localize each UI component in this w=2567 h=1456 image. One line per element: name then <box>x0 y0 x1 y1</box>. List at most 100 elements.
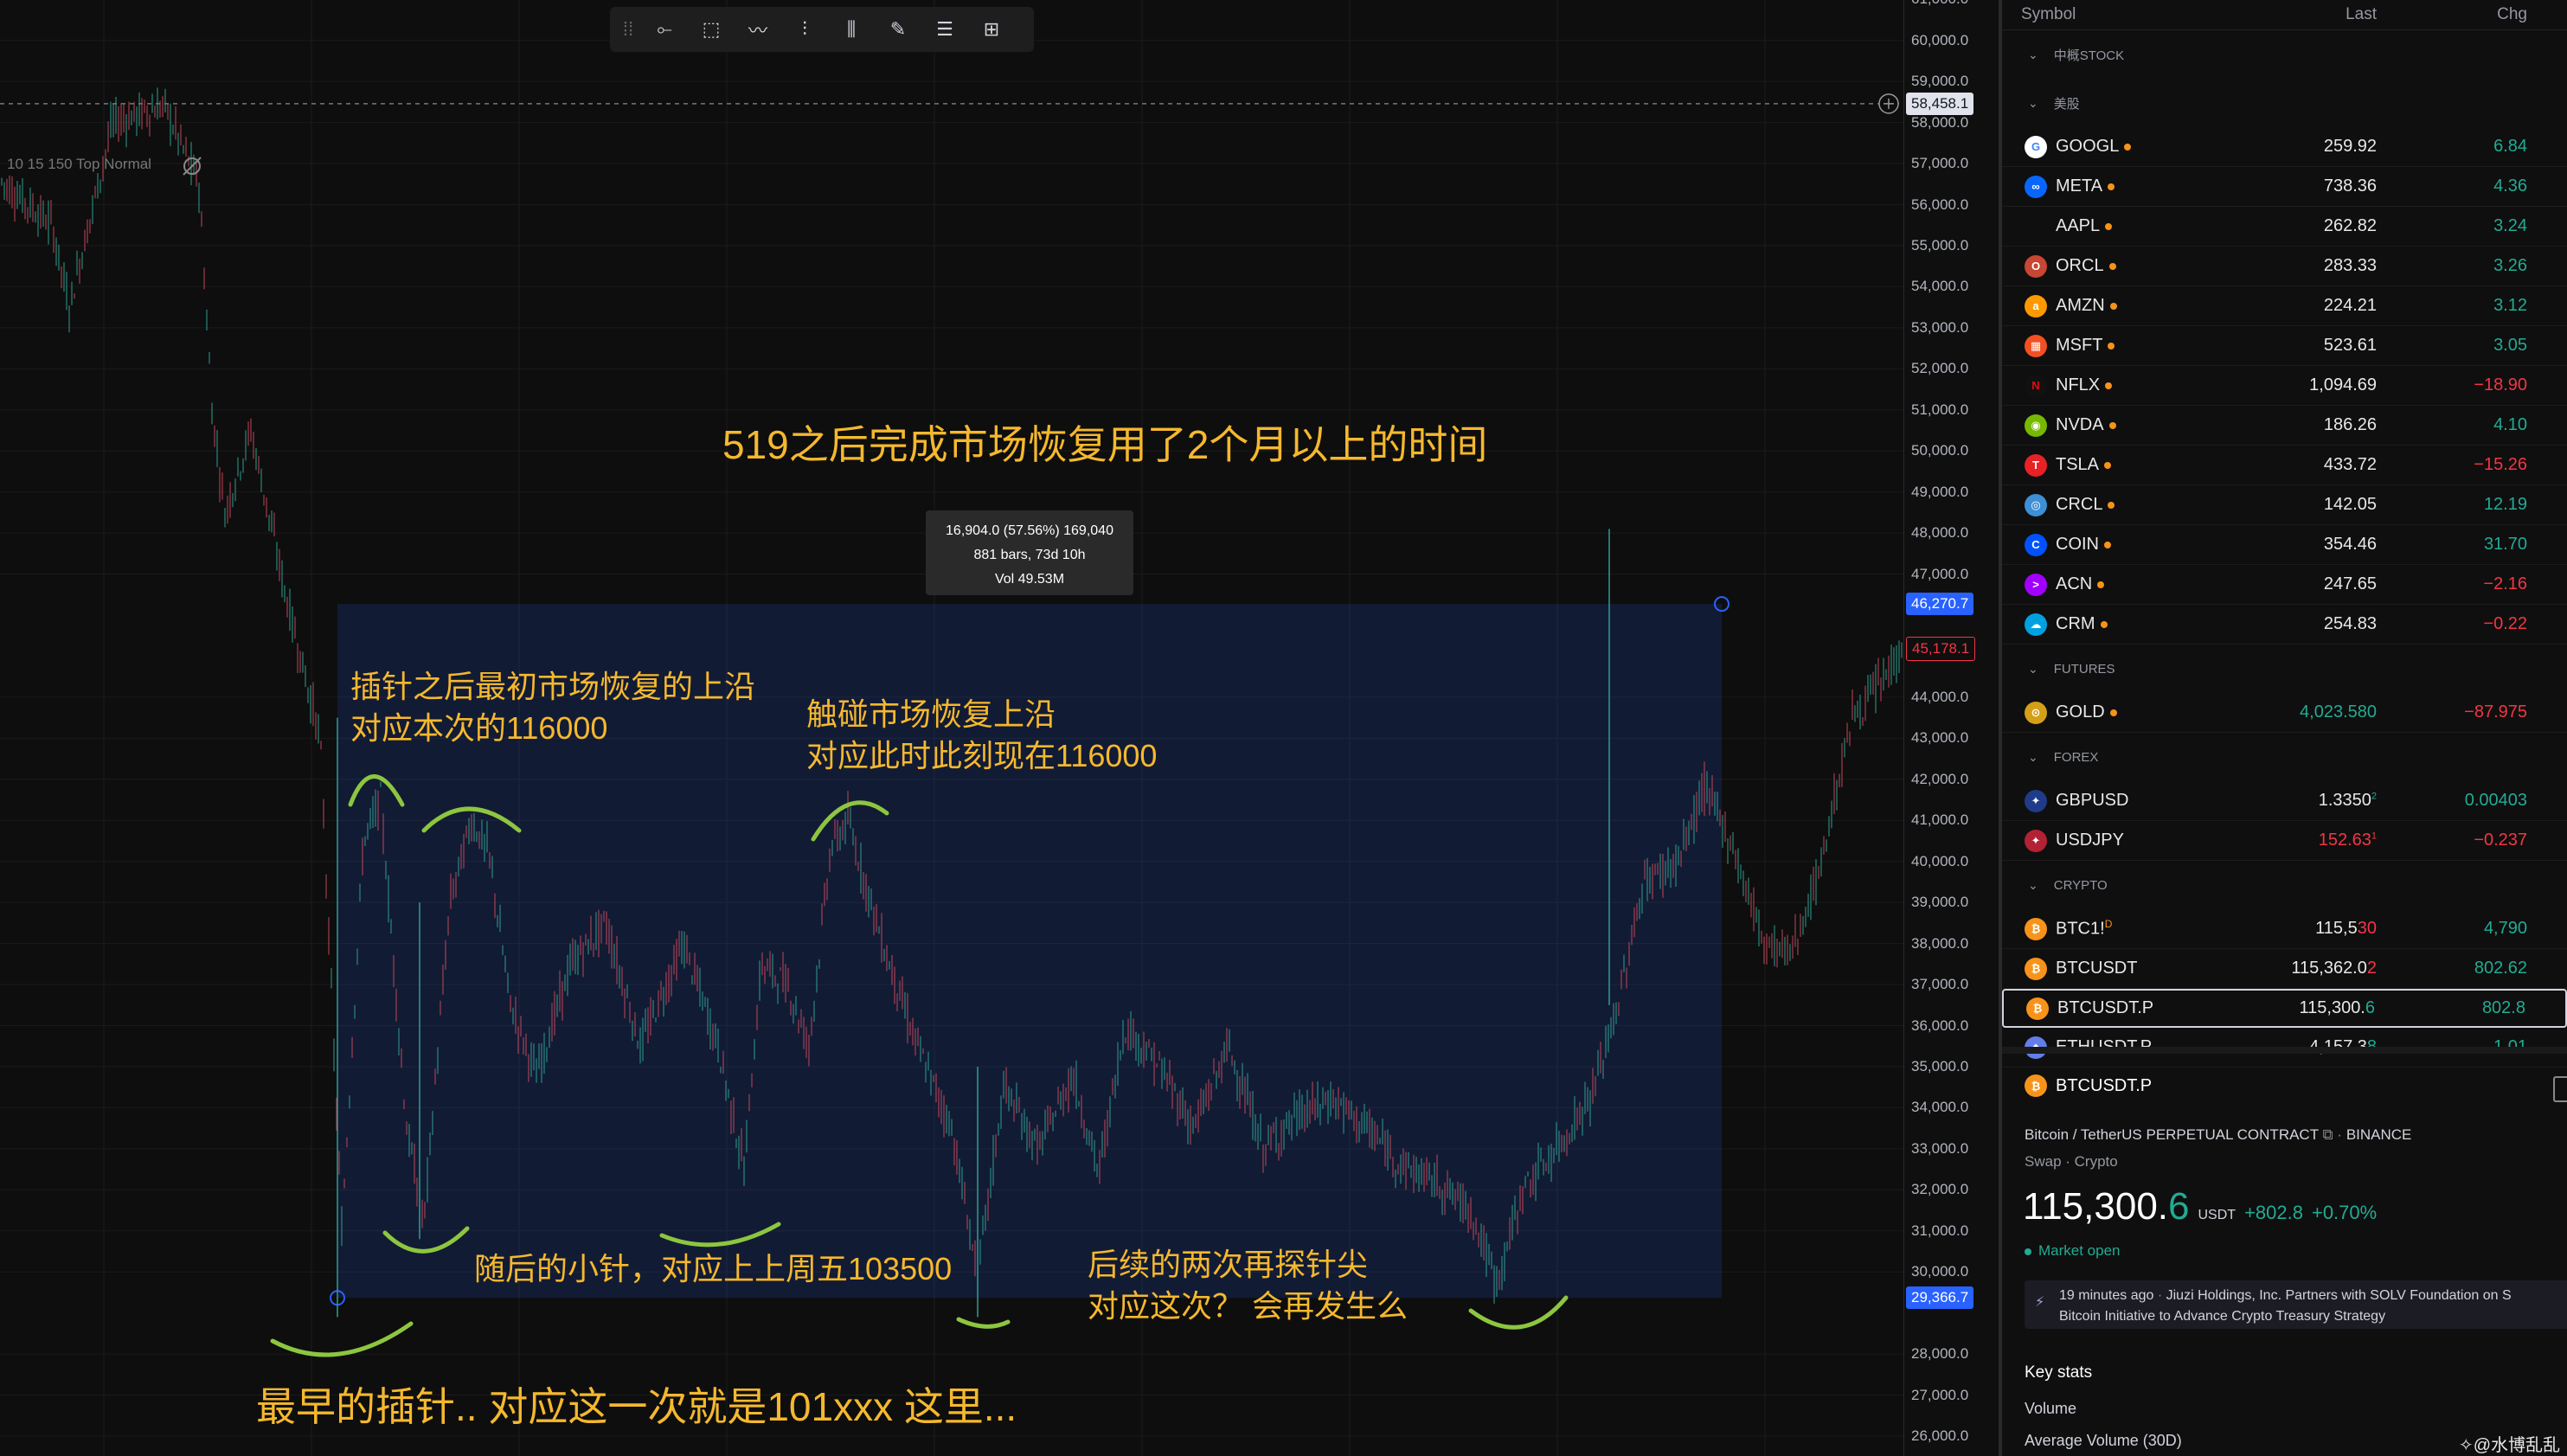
details-exchange[interactable]: BINANCE <box>2346 1126 2412 1143</box>
external-link-icon[interactable]: ⧉ <box>2323 1126 2338 1143</box>
measure-change: 16,904.0 (57.56%) 169,040 <box>946 523 1113 538</box>
watchlist-group-header[interactable]: ⌄ FOREX <box>2002 733 2567 781</box>
last-price: 115,362.02 <box>2291 959 2377 978</box>
header-chg[interactable]: Chg <box>2497 5 2527 24</box>
horizontal-line-icon[interactable]: ⟜ <box>643 12 686 47</box>
change-value: 12.19 <box>2483 495 2527 514</box>
rectangle-icon[interactable]: ⬚ <box>690 12 733 47</box>
watchlist-row-nvda[interactable]: ◉ NVDA 186.26 4.10 <box>2002 406 2567 446</box>
price-tick: 31,000.0 <box>1911 1222 1969 1239</box>
btcusdt-logo-icon: ₿ <box>2025 957 2047 980</box>
last-price-main: 224.21 <box>2323 296 2377 315</box>
last-price: 354.46 <box>2324 535 2377 555</box>
tsla-logo-icon: T <box>2025 453 2047 477</box>
watchlist-row-meta[interactable]: ∞ META 738.36 4.36 <box>2002 167 2567 207</box>
watchlist-group-header[interactable]: ⌄ FUTURES <box>2002 645 2567 693</box>
watchlist-row-gold[interactable]: ⊙ GOLD 4,023.580 −87.975 <box>2002 693 2567 733</box>
chart-area[interactable]: 10 15 150 Top Normal ⁞⁞ ⟜ ⬚ 〰 ⫶ ⫼ ✎ ☰ ⊞ … <box>0 0 1903 1456</box>
symbol-text: GBPUSD <box>2056 791 2129 810</box>
symbol-text: USDJPY <box>2056 831 2124 850</box>
chevron-down-icon: ⌄ <box>2028 47 2038 61</box>
watchlist-row-btc1[interactable]: ₿ BTC1!D 115,530 4,790 <box>2002 909 2567 949</box>
price-tick: 58,000.0 <box>1911 113 1969 131</box>
group-name: 美股 <box>2053 96 2080 112</box>
watchlist-group-header[interactable]: ⌄ 中概STOCK <box>2002 30 2567 79</box>
price-tick: 60,000.0 <box>1911 31 1969 48</box>
watchlist-row-aapl[interactable]: AAPL 262.82 3.24 <box>2002 207 2567 247</box>
symbol-cell: AMZN <box>2056 296 2194 316</box>
annotation-left-top-line2: 对应本次的116000 <box>350 710 608 746</box>
change-value: 3.05 <box>2493 336 2527 355</box>
watchlist-group-header[interactable]: ⌄ CRYPTO <box>2002 861 2567 909</box>
market-status-dot-icon <box>2105 222 2113 230</box>
last-price: 254.83 <box>2324 614 2377 634</box>
fib-icon[interactable]: ⫶ <box>783 12 826 47</box>
price-tick: 33,000.0 <box>1911 1139 1969 1157</box>
crcl-logo-icon: ◎ <box>2025 493 2047 516</box>
text-lines-icon[interactable]: ☰ <box>923 12 966 47</box>
watchlist-row-btcusdt[interactable]: ₿ BTCUSDT 115,362.02 802.62 <box>2002 949 2567 989</box>
market-status-dot-icon <box>2108 421 2116 429</box>
price-tick: 32,000.0 <box>1911 1181 1969 1198</box>
last-price-main: 354.46 <box>2323 535 2377 554</box>
news-item[interactable]: ⚡ 19 minutes ago · Jiuzi Holdings, Inc. … <box>2025 1280 2567 1329</box>
watchlist-row-gbpusd[interactable]: ✦ GBPUSD 1.33502 0.00403 <box>2002 781 2567 821</box>
watchlist-row-usdjpy[interactable]: ✦ USDJPY 152.631 −0.237 <box>2002 821 2567 861</box>
price-tick: 48,000.0 <box>1911 524 1969 542</box>
last-price-tail: 30 <box>2357 919 2377 938</box>
symbol-cell: COIN <box>2056 535 2194 555</box>
watchlist-row-googl[interactable]: G GOOGL 259.92 6.84 <box>2002 127 2567 167</box>
price-tick: 61,000.0 <box>1911 0 1968 8</box>
header-last[interactable]: Last <box>2346 5 2377 24</box>
watchlist-row-tsla[interactable]: T TSLA 433.72 −15.26 <box>2002 446 2567 485</box>
symbol-text: CRCL <box>2056 495 2103 514</box>
price-scale[interactable]: 61,000.0 60,000.0 59,000.0 58,000.0 57,000.0… <box>1903 0 1999 1456</box>
watchlist-row-coin[interactable]: C COIN 354.46 31.70 <box>2002 525 2567 565</box>
details-description-line: Bitcoin / TetherUS PERPETUAL CONTRACT ⧉ … <box>2025 1126 2412 1143</box>
last-price-main: 115,362.0 <box>2291 959 2367 978</box>
details-currency: USDT <box>2198 1208 2236 1222</box>
details-symbol[interactable]: BTCUSDT.P <box>2056 1076 2152 1096</box>
watchlist-row-amzn[interactable]: a AMZN 224.21 3.12 <box>2002 286 2567 326</box>
symbol-cell: AAPL <box>2056 216 2194 236</box>
watchlist-row-msft[interactable]: ▦ MSFT 523.61 3.05 <box>2002 326 2567 366</box>
change-value: −2.16 <box>2483 574 2527 593</box>
crm-logo-icon: ☁ <box>2025 613 2047 636</box>
measure-bars: 881 bars, 73d 10h <box>973 548 1086 562</box>
path-icon[interactable]: 〰 <box>736 12 780 47</box>
price-tick: 53,000.0 <box>1911 318 1969 336</box>
last-price: 142.05 <box>2324 495 2377 515</box>
price-tick: 34,000.0 <box>1911 1099 1969 1116</box>
symbol-text: BTC1! <box>2056 919 2105 939</box>
brush-icon[interactable]: ✎ <box>876 12 920 47</box>
symbol-details: ₿ BTCUSDT.P Bitcoin / TetherUS PERPETUAL… <box>2002 1047 2567 1456</box>
watchlist-group-header[interactable]: ⌄ 美股 <box>2002 79 2567 127</box>
watchlist-row-acn[interactable]: > ACN 247.65 −2.16 <box>2002 565 2567 605</box>
symbol-text: GOLD <box>2056 702 2105 722</box>
header-symbol[interactable]: Symbol <box>2021 5 2263 24</box>
price-tick: 56,000.0 <box>1911 196 1969 213</box>
watchlist-row-nflx[interactable]: N NFLX 1,094.69 −18.90 <box>2002 366 2567 406</box>
watchlist-row-crcl[interactable]: ◎ CRCL 142.05 12.19 <box>2002 485 2567 525</box>
drag-grip-icon[interactable]: ⁞⁞ <box>617 12 639 47</box>
watchlist-row-orcl[interactable]: O ORCL 283.33 3.26 <box>2002 247 2567 286</box>
last-price-superscript: 2 <box>2371 791 2377 802</box>
bitcoin-icon: ₿ <box>2025 1074 2047 1097</box>
change-value: 31.70 <box>2483 535 2527 554</box>
key-stats-heading[interactable]: Key stats <box>2025 1363 2092 1382</box>
chevron-down-icon: ⌄ <box>2028 95 2038 110</box>
avg-volume-label: Average Volume (30D) <box>2025 1432 2182 1449</box>
price-tick: 42,000.0 <box>1911 770 1969 787</box>
watchlist-row-crm[interactable]: ☁ CRM 254.83 −0.22 <box>2002 605 2567 645</box>
watermark-icon: ✧ <box>2458 1436 2474 1455</box>
annotation-bottom-right-line2: 对应这次？ 会再发生么 <box>1088 1288 1409 1324</box>
change-value: 4.36 <box>2493 176 2527 196</box>
watchlist-row-btcusdtp[interactable]: ₿ BTCUSDT.P 115,300.6 802.8 <box>2002 989 2567 1028</box>
grid-icon[interactable] <box>2553 1076 2567 1102</box>
symbol-text: BTCUSDT.P <box>2057 998 2154 1017</box>
change-value: 802.8 <box>2481 998 2525 1017</box>
candles-icon[interactable]: ⫼ <box>830 12 873 47</box>
details-description[interactable]: Bitcoin / TetherUS PERPETUAL CONTRACT <box>2025 1126 2319 1143</box>
frame-icon[interactable]: ⊞ <box>970 12 1013 47</box>
symbol-text: AMZN <box>2056 296 2105 315</box>
